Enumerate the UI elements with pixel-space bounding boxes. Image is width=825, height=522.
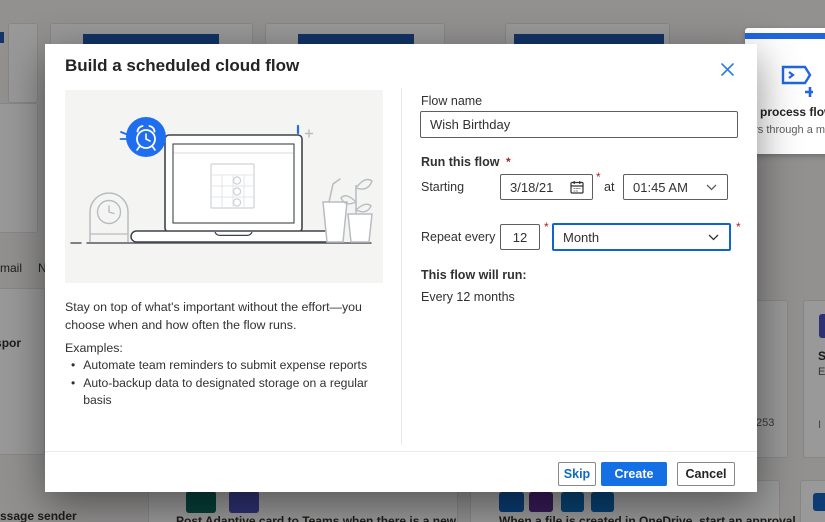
flow-summary-heading: This flow will run: [421,268,527,282]
example-text: Automate team reminders to submit expens… [83,357,367,375]
scheduled-flow-dialog: Build a scheduled cloud flow [45,44,757,492]
start-time-value: 01:45 AM [633,180,706,195]
screen: mail N ms respor ssage sender 253 S E I … [0,0,825,522]
close-button[interactable] [717,59,737,79]
footer-divider [45,451,757,452]
chevron-down-icon [708,234,719,241]
bullet-glyph: • [71,375,75,410]
dialog-description: Stay on top of what's important without … [65,298,395,335]
skip-button[interactable]: Skip [558,462,596,486]
start-date-field[interactable]: 3/18/21 [500,174,593,200]
examples-heading: Examples: [65,341,123,355]
example-item: • Auto-backup data to designated storage… [65,375,395,410]
flow-name-input[interactable] [420,111,738,138]
example-item: • Automate team reminders to submit expe… [65,357,395,375]
bullet-glyph: • [71,357,75,375]
laptop-calendar-illustration [65,90,383,283]
examples-list: • Automate team reminders to submit expe… [65,357,395,410]
required-marker: * [506,155,511,169]
close-icon [721,63,734,76]
required-marker: * [736,220,741,234]
required-marker: * [544,220,549,234]
starting-label: Starting [421,180,464,194]
cancel-button[interactable]: Cancel [677,462,735,486]
pane-divider [401,88,402,445]
start-date-value: 3/18/21 [510,180,570,195]
flow-name-label: Flow name [421,94,482,108]
example-text: Auto-backup data to designated storage o… [83,375,395,410]
card-subtitle-fragment: ers through a mu [748,124,825,136]
calendar-icon[interactable] [570,180,584,194]
dialog-title: Build a scheduled cloud flow [65,56,299,76]
create-button[interactable]: Create [601,462,667,486]
business-process-flow-icon [781,64,813,100]
at-label: at [604,180,614,194]
run-this-flow-text: Run this flow [421,155,499,169]
repeat-interval-input[interactable] [500,224,540,250]
repeat-every-label: Repeat every [421,230,495,244]
repeat-frequency-value: Month [563,230,708,245]
chevron-down-icon [706,184,717,191]
start-time-dropdown[interactable]: 01:45 AM [623,174,728,200]
card-title-fragment: process flow [760,105,825,119]
flow-summary-text: Every 12 months [421,290,515,304]
run-this-flow-label: Run this flow * [421,155,511,169]
business-process-flow-card: process flow ers through a mu [745,28,825,154]
card-preview-bar [745,33,825,39]
repeat-frequency-dropdown[interactable]: Month [552,223,731,251]
scheduled-flow-illustration [65,90,383,283]
required-marker: * [596,170,601,184]
